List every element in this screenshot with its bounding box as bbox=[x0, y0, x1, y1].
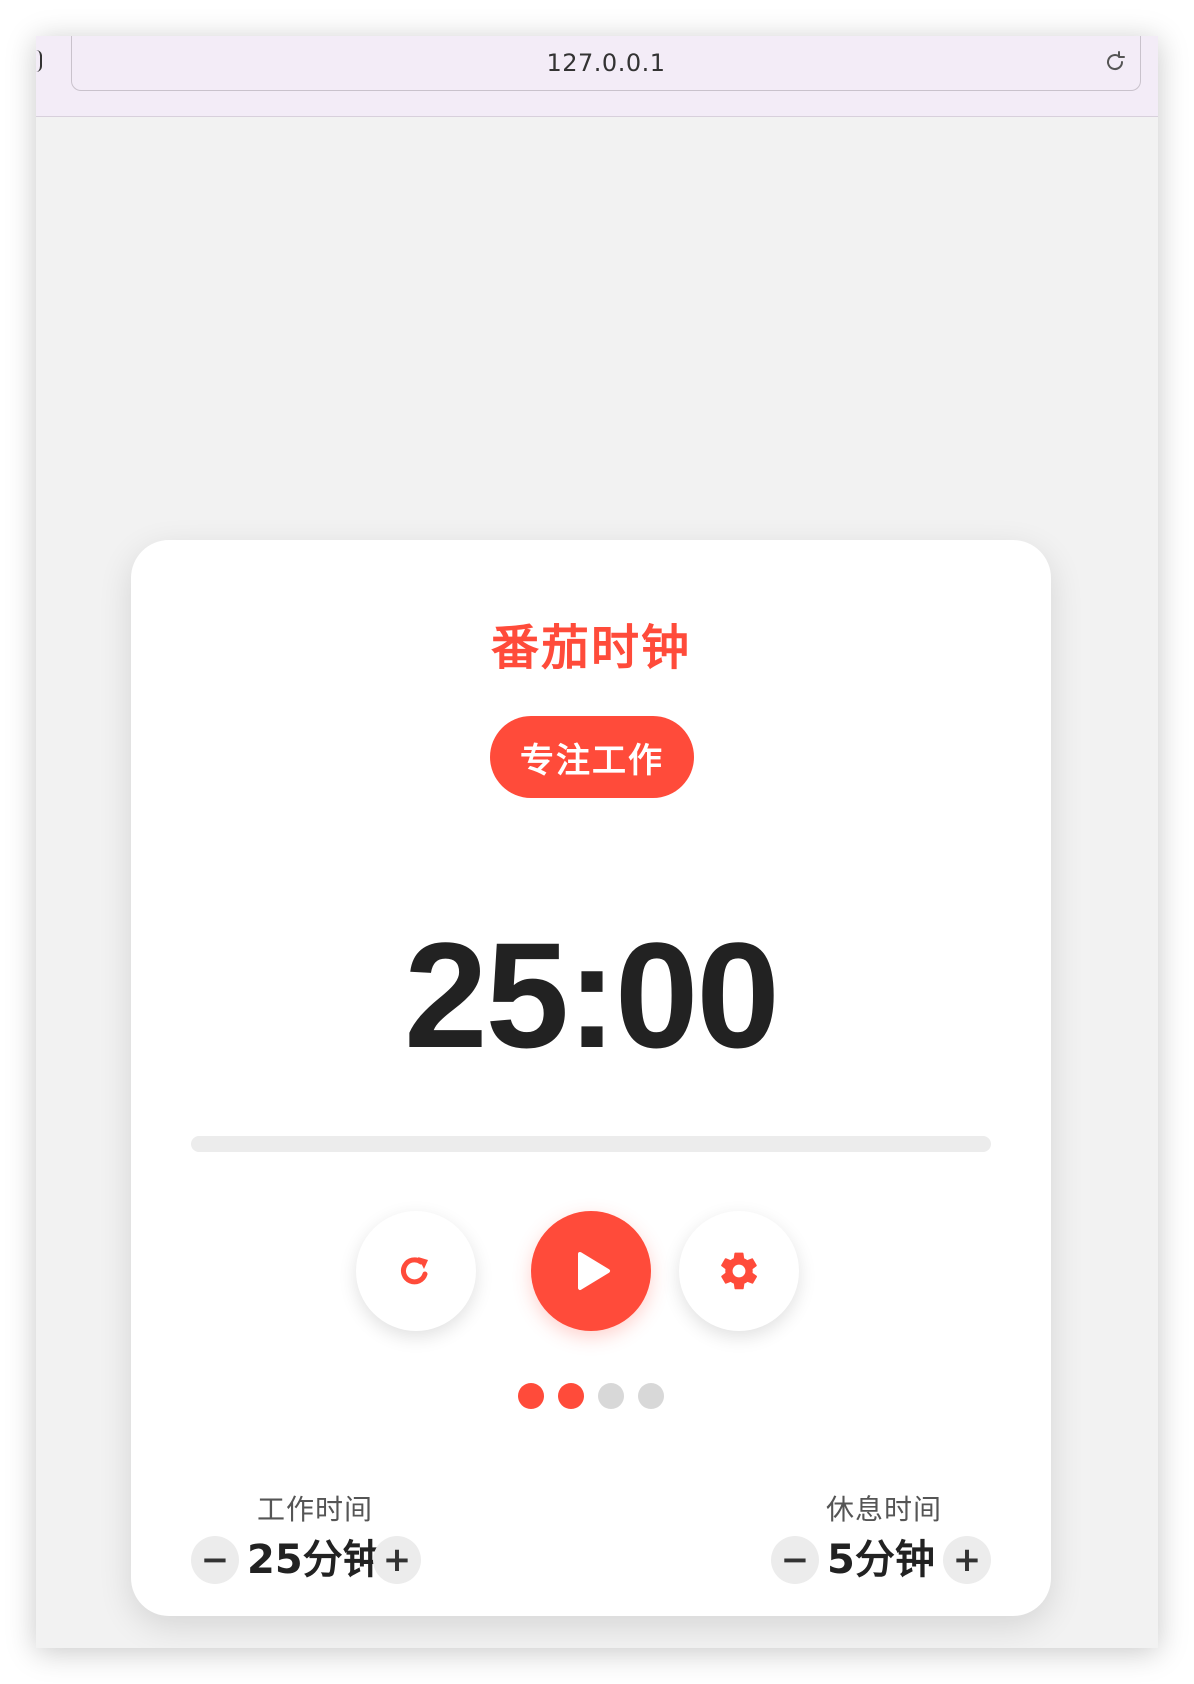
browser-toolbar: 127.0.0.1 bbox=[36, 36, 1158, 117]
break-time-label: 休息时间 bbox=[826, 1493, 943, 1526]
mode-badge: 专注工作 bbox=[490, 716, 694, 798]
play-button[interactable] bbox=[531, 1211, 651, 1331]
sidebar-edge-icon bbox=[36, 50, 42, 72]
break-time-value: 5分钟 bbox=[827, 1537, 935, 1583]
minus-icon: − bbox=[200, 1540, 230, 1580]
session-dots bbox=[131, 1383, 1051, 1409]
break-increase-button[interactable]: + bbox=[943, 1536, 991, 1584]
session-dot-completed bbox=[518, 1383, 544, 1409]
plus-icon: + bbox=[952, 1540, 982, 1580]
browser-window: 127.0.0.1 番茄时钟 专注工作 25:00 工作时间 − 25分钟 + … bbox=[36, 36, 1158, 1648]
plus-icon: + bbox=[382, 1540, 412, 1580]
minus-icon: − bbox=[780, 1540, 810, 1580]
work-decrease-button[interactable]: − bbox=[191, 1536, 239, 1584]
settings-button[interactable] bbox=[679, 1211, 799, 1331]
session-dot-pending bbox=[598, 1383, 624, 1409]
work-increase-button[interactable]: + bbox=[373, 1536, 421, 1584]
reset-icon bbox=[400, 1257, 428, 1285]
timer-display: 25:00 bbox=[404, 911, 780, 1079]
progress-bar bbox=[191, 1136, 991, 1152]
work-time-value: 25分钟 bbox=[247, 1537, 383, 1583]
session-dot-completed bbox=[558, 1383, 584, 1409]
pomodoro-card: 番茄时钟 专注工作 25:00 工作时间 − 25分钟 + 休息时间 − 5分钟… bbox=[131, 540, 1051, 1616]
address-bar-url: 127.0.0.1 bbox=[546, 49, 666, 77]
app-title: 番茄时钟 bbox=[490, 620, 691, 676]
gear-icon bbox=[721, 1252, 757, 1290]
session-dot-pending bbox=[638, 1383, 664, 1409]
address-bar[interactable]: 127.0.0.1 bbox=[71, 36, 1141, 91]
play-icon bbox=[578, 1252, 610, 1290]
reset-button[interactable] bbox=[356, 1211, 476, 1331]
work-time-label: 工作时间 bbox=[257, 1493, 374, 1526]
break-decrease-button[interactable]: − bbox=[771, 1536, 819, 1584]
reload-icon[interactable] bbox=[1102, 49, 1128, 75]
